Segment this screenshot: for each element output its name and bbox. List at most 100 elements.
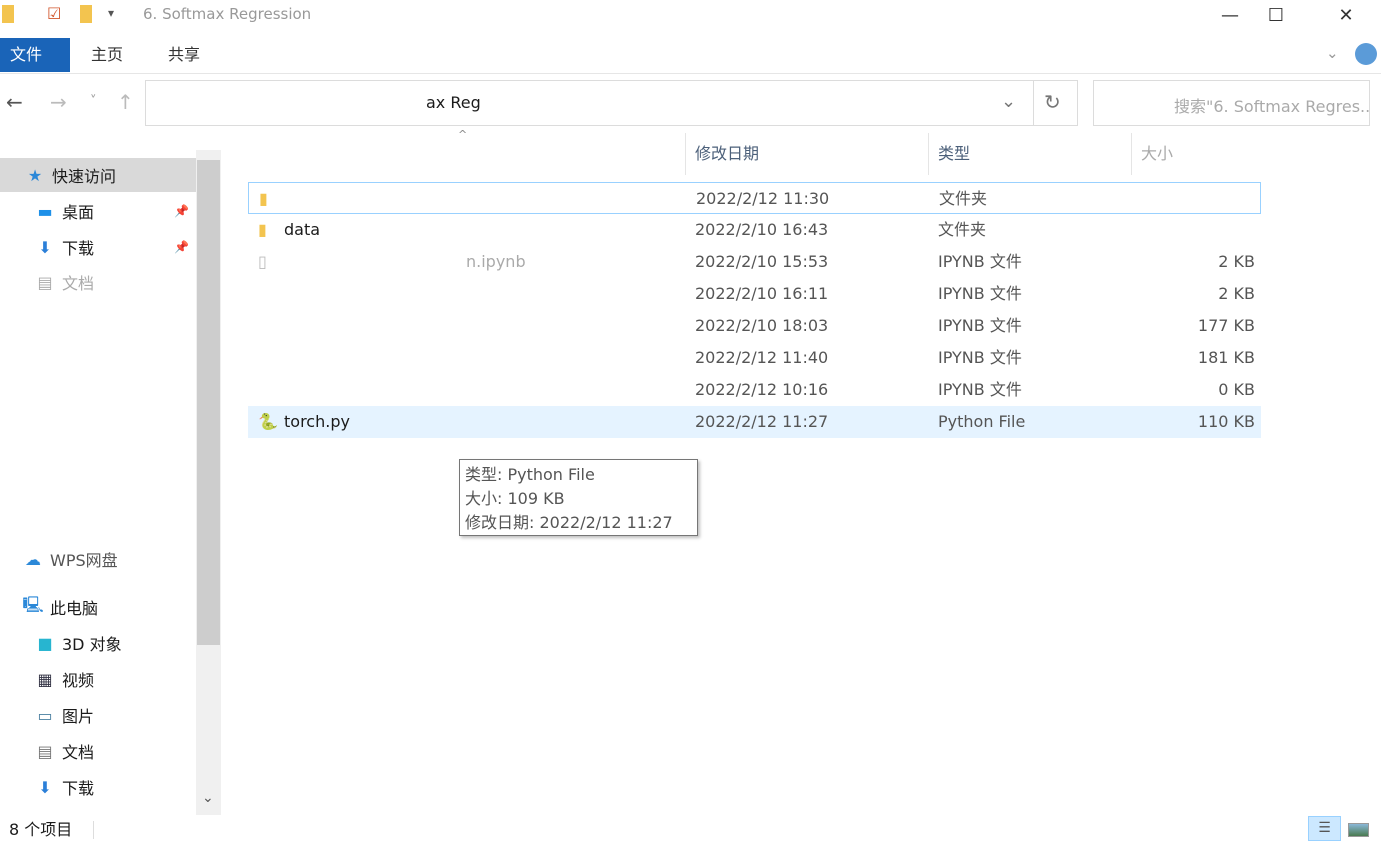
column-header-type[interactable]: 类型 — [938, 133, 970, 175]
column-divider[interactable] — [1131, 133, 1132, 175]
close-button[interactable]: ✕ — [1323, 0, 1369, 30]
forward-button[interactable]: → — [50, 90, 67, 114]
file-date: 2022/2/10 16:43 — [695, 220, 829, 239]
file-type: IPYNB 文件 — [938, 284, 1022, 303]
sidebar-item-pictures[interactable]: ▭ 图片 — [0, 698, 196, 732]
cloud-icon: ☁ — [25, 549, 41, 569]
column-divider[interactable] — [928, 133, 929, 175]
refresh-button[interactable]: ↻ — [1044, 90, 1061, 114]
file-type: IPYNB 文件 — [938, 380, 1022, 399]
file-date: 2022/2/10 16:11 — [695, 284, 829, 303]
file-type: 文件夹 — [938, 220, 987, 239]
maximize-button[interactable]: ☐ — [1253, 0, 1299, 30]
details-view-button[interactable]: ☰ — [1308, 816, 1341, 841]
address-dropdown-icon[interactable]: ⌄ — [1001, 91, 1016, 112]
folder-icon — [2, 5, 14, 23]
sidebar-item-label: 桌面 — [62, 203, 95, 222]
large-icons-view-button[interactable] — [1348, 823, 1369, 837]
column-header-date[interactable]: 修改日期 — [695, 133, 759, 175]
file-date: 2022/2/10 15:53 — [695, 252, 829, 271]
file-row[interactable]: 2022/2/12 10:16 IPYNB 文件 0 KB — [248, 374, 1261, 406]
tab-file[interactable]: 文件 — [0, 38, 70, 72]
sort-ascending-icon: ^ — [458, 128, 468, 141]
file-size: 177 KB — [1197, 316, 1255, 335]
search-input[interactable]: 搜索"6. Softmax Regres... — [1093, 80, 1370, 126]
folder-icon: ▮ — [259, 189, 268, 208]
new-folder-icon[interactable] — [80, 5, 92, 23]
sidebar-item-label: 此电脑 — [50, 599, 99, 618]
sidebar-item-videos[interactable]: ▦ 视频 — [0, 662, 196, 696]
window-title: 6. Softmax Regression — [143, 5, 312, 23]
sidebar-item-wps-cloud[interactable]: ☁ WPS网盘 — [0, 542, 196, 576]
divider — [93, 821, 94, 839]
file-icon: ▯ — [258, 252, 267, 271]
pin-icon[interactable]: 📌 — [174, 204, 189, 218]
divider — [1033, 81, 1034, 125]
file-type: Python File — [938, 412, 1026, 431]
file-type: IPYNB 文件 — [938, 348, 1022, 367]
expand-ribbon-icon[interactable]: ⌄ — [1326, 44, 1339, 62]
file-row[interactable]: ▮ data 2022/2/10 16:43 文件夹 — [248, 214, 1261, 246]
file-row[interactable]: ▮ 2022/2/12 11:30 文件夹 — [248, 182, 1261, 214]
file-size: 0 KB — [1218, 380, 1255, 399]
sidebar-item-desktop[interactable]: ▬ 桌面 📌 — [0, 194, 196, 228]
customize-toolbar-icon[interactable]: ▾ — [108, 6, 114, 20]
address-text: ax Reg — [426, 93, 481, 112]
file-row[interactable]: ▯ n.ipynb 2022/2/10 15:53 IPYNB 文件 2 KB — [248, 246, 1261, 278]
sidebar-item-label: 图片 — [62, 707, 95, 726]
file-row-selected[interactable]: 🐍 torch.py 2022/2/12 11:27 Python File 110 K… — [248, 406, 1261, 438]
navigation-bar: ← → ˅ ↑ ax Reg ⌄ ↻ 搜索"6. Softmax Regres.… — [0, 80, 1381, 126]
tab-share[interactable]: 共享 — [158, 38, 210, 72]
minimize-button[interactable]: — — [1207, 0, 1253, 30]
sidebar-item-documents[interactable]: ▤ 文档 — [0, 265, 196, 299]
star-icon: ★ — [27, 165, 43, 185]
properties-icon[interactable]: ☑ — [47, 4, 61, 23]
scrollbar-thumb[interactable] — [197, 160, 220, 645]
computer-icon: 🖳 — [22, 594, 44, 614]
sidebar-item-3d-objects[interactable]: ■ 3D 对象 — [0, 626, 196, 660]
file-name: n.ipynb — [466, 252, 526, 271]
video-icon: ▦ — [37, 669, 53, 689]
file-size: 2 KB — [1218, 252, 1255, 271]
sidebar-item-label: 视频 — [62, 671, 95, 690]
file-name: torch.py — [284, 412, 350, 431]
sidebar-item-this-pc[interactable]: 🖳 此电脑 — [0, 590, 196, 624]
file-row[interactable]: 2022/2/12 11:40 IPYNB 文件 181 KB — [248, 342, 1261, 374]
status-bar: 8 个项目 ☰ — [0, 815, 1381, 841]
file-date: 2022/2/12 11:30 — [696, 189, 830, 208]
sidebar-item-quick-access[interactable]: ★ 快速访问 — [0, 158, 196, 192]
recent-locations-button[interactable]: ˅ — [90, 94, 97, 109]
column-divider[interactable] — [685, 133, 686, 175]
sidebar-item-label: 文档 — [62, 743, 95, 762]
sidebar-item-downloads-pc[interactable]: ⬇ 下载 — [0, 770, 196, 804]
sidebar-item-label: 文档 — [62, 274, 95, 293]
sidebar-item-label: 下载 — [62, 779, 95, 798]
file-size: 181 KB — [1197, 348, 1255, 367]
help-icon[interactable] — [1355, 43, 1377, 65]
file-name: data — [284, 220, 321, 239]
address-bar[interactable]: ax Reg ⌄ ↻ — [145, 80, 1078, 126]
sidebar-item-label: WPS网盘 — [50, 551, 118, 570]
sidebar-item-documents-pc[interactable]: ▤ 文档 — [0, 734, 196, 768]
up-button[interactable]: ↑ — [117, 90, 134, 114]
pin-icon[interactable]: 📌 — [174, 240, 189, 254]
download-icon: ⬇ — [38, 777, 52, 797]
scroll-down-icon[interactable]: ⌄ — [202, 790, 214, 806]
ribbon: 文件 主页 共享 ⌄ — [0, 38, 1381, 74]
file-date: 2022/2/12 10:16 — [695, 380, 829, 399]
document-icon: ▤ — [37, 272, 53, 292]
file-row[interactable]: 2022/2/10 18:03 IPYNB 文件 177 KB — [248, 310, 1261, 342]
file-row[interactable]: 2022/2/10 16:11 IPYNB 文件 2 KB — [248, 278, 1261, 310]
file-type: 文件夹 — [939, 189, 988, 208]
file-size: 110 KB — [1197, 412, 1255, 431]
file-date: 2022/2/12 11:40 — [695, 348, 829, 367]
column-header-size[interactable]: 大小 — [1141, 133, 1173, 175]
tooltip-size: 大小: 109 KB — [465, 489, 565, 508]
sidebar-item-downloads[interactable]: ⬇ 下载 📌 — [0, 230, 196, 264]
tab-home[interactable]: 主页 — [81, 38, 133, 72]
download-icon: ⬇ — [38, 237, 52, 257]
back-button[interactable]: ← — [6, 90, 23, 114]
sidebar-item-label: 快速访问 — [52, 167, 117, 186]
navigation-pane: ★ 快速访问 ▬ 桌面 📌 ⬇ 下载 📌 ▤ 文档 ☁ WPS网盘 🖳 此电脑 ■ 3D 对象 ▦… — [0, 150, 196, 815]
file-size: 2 KB — [1218, 284, 1255, 303]
